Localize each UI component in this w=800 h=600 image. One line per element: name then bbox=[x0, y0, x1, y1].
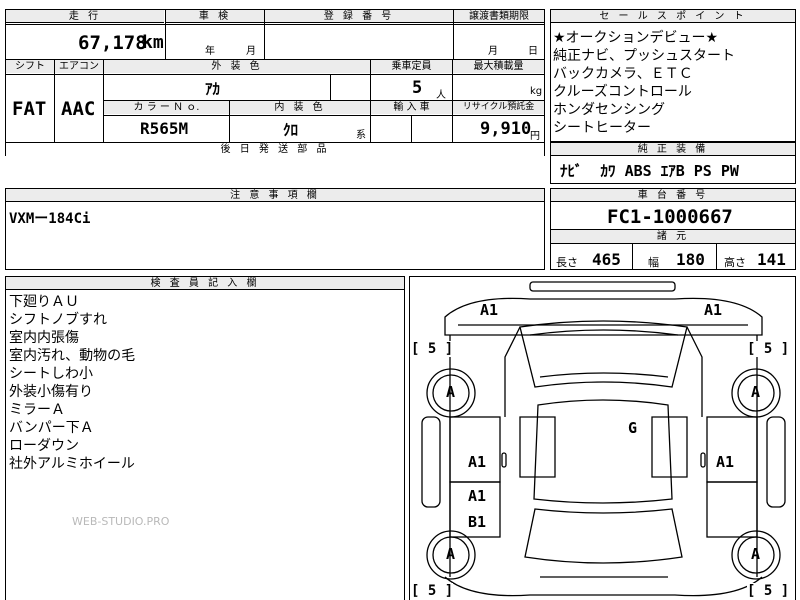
wheel-fr: A bbox=[751, 383, 761, 401]
chassis-number: FC1-1000667 bbox=[607, 206, 733, 228]
inspector-note: ミラーＡ bbox=[9, 402, 65, 418]
sales-point-item: ★オークションデビュー★ bbox=[553, 30, 719, 46]
tire-depth-fl: [ 5 ] bbox=[411, 341, 454, 357]
sales-point-item: クルーズコントロール bbox=[553, 84, 692, 100]
car-outline-diagram bbox=[421, 281, 786, 597]
sales-points-header: セ ー ル ス ポ イ ン ト bbox=[551, 10, 795, 23]
import-header: 輸 入 車 bbox=[371, 101, 452, 114]
sales-point-item: 純正ナビ、プッシュスタート bbox=[553, 48, 735, 64]
inspector-note: ローダウン bbox=[9, 438, 79, 454]
tire-depth-rl: [ 5 ] bbox=[411, 583, 454, 599]
mark-front-left-corner: A1 bbox=[480, 301, 499, 319]
transfer-day-unit: 日 bbox=[528, 46, 538, 57]
length-label: 長さ bbox=[556, 256, 578, 269]
sales-point-item: シートヒーター bbox=[553, 120, 651, 136]
inspector-note: シートしわ小 bbox=[9, 366, 93, 382]
tire-depth-fr: [ 5 ] bbox=[747, 341, 790, 357]
exterior-color-header: 外 装 色 bbox=[104, 60, 370, 73]
color-no-header: カ ラ ー Ｎ ｏ. bbox=[104, 101, 229, 114]
inspector-note: 外装小傷有り bbox=[9, 384, 93, 400]
wheel-fl: A bbox=[446, 383, 456, 401]
color-no-value: R565M bbox=[140, 119, 189, 138]
wheel-rr: A bbox=[751, 545, 761, 563]
inspection-year-unit: 年 bbox=[205, 46, 215, 57]
mileage-header: 走 行 bbox=[6, 10, 164, 23]
aircon-value: AAC bbox=[61, 98, 96, 120]
inspection-month-unit: 月 bbox=[246, 46, 256, 57]
inspector-note: 室内汚れ、動物の毛 bbox=[9, 348, 136, 364]
capacity-unit: 人 bbox=[436, 90, 446, 101]
mileage-unit: km bbox=[142, 32, 164, 53]
inspector-note: 室内内張傷 bbox=[9, 330, 79, 346]
capacity-value: 5 bbox=[412, 78, 423, 98]
recycle-fee-value: 9,910 bbox=[480, 119, 532, 139]
shift-value: FAT bbox=[12, 98, 47, 120]
mark-rear-door-left-1: A1 bbox=[468, 487, 487, 505]
width-label: 幅 bbox=[648, 256, 659, 269]
mark-rear-door-left-2: B1 bbox=[468, 513, 487, 531]
height-value: 141 bbox=[757, 250, 786, 269]
transfer-month-unit: 月 bbox=[488, 46, 498, 57]
height-label: 高さ bbox=[724, 256, 746, 269]
interior-color-value: ｸﾛ bbox=[283, 121, 299, 139]
inspector-note: バンパー下Ａ bbox=[9, 420, 94, 436]
mark-front-door-left: A1 bbox=[468, 453, 487, 471]
inspector-header: 検 査 員 記 入 欄 bbox=[6, 277, 404, 290]
specs-header: 諸 元 bbox=[551, 230, 795, 244]
shift-header: シフト bbox=[6, 60, 54, 73]
interior-color-header: 内 装 色 bbox=[230, 101, 370, 114]
mark-front-door-right: A1 bbox=[716, 453, 735, 471]
inspector-notes-list: 下廻りＡＵ シフトノブすれ 室内内張傷 室内汚れ、動物の毛 シートしわ小 外装小… bbox=[9, 293, 399, 473]
width-value: 180 bbox=[676, 250, 705, 269]
mark-front-right-corner: A1 bbox=[704, 301, 723, 319]
tire-depth-rr: [ 5 ] bbox=[747, 583, 790, 599]
interior-color-suffix: 系 bbox=[356, 130, 366, 141]
capacity-header: 乗車定員 bbox=[371, 60, 452, 73]
inspector-note: 社外アルミホイール bbox=[9, 456, 135, 472]
max-load-header: 最大積載量 bbox=[453, 60, 544, 73]
notes-header: 注 意 事 項 欄 bbox=[6, 189, 544, 202]
sales-point-item: バックカメラ、ＥＴＣ bbox=[553, 66, 693, 82]
exterior-color-value: ｱｶ bbox=[205, 80, 221, 98]
mark-roof: G bbox=[628, 419, 638, 437]
max-load-unit: kg bbox=[530, 86, 543, 97]
factory-equipment-value: ﾅﾋﾞ ｶﾜ ABS ｴｱB PS PW bbox=[560, 162, 739, 180]
length-value: 465 bbox=[592, 250, 621, 269]
transfer-deadline-header: 譲渡書類期限 bbox=[454, 10, 544, 23]
wheel-rl: A bbox=[446, 545, 456, 563]
registration-header: 登 録 番 号 bbox=[265, 10, 453, 23]
factory-equipment-header: 純 正 装 備 bbox=[551, 143, 795, 156]
recycle-fee-unit: 円 bbox=[530, 131, 540, 142]
later-parts-header: 後 日 発 送 部 品 bbox=[6, 143, 544, 156]
sales-points-list: ★オークションデビュー★ 純正ナビ、プッシュスタート バックカメラ、ＥＴＣ クル… bbox=[553, 29, 793, 137]
inspection-header: 車 検 bbox=[166, 10, 264, 23]
inspector-note: 下廻りＡＵ bbox=[9, 294, 79, 310]
chassis-header: 車 台 番 号 bbox=[551, 189, 795, 202]
notes-value: VXMー184Ci bbox=[9, 211, 91, 227]
car-diagram-box: A1 A1 [ 5 ] [ 5 ] A A G A1 A1 A1 B1 A A … bbox=[409, 276, 796, 600]
inspector-note: シフトノブすれ bbox=[9, 312, 107, 328]
aircon-header: エアコン bbox=[55, 60, 103, 73]
recycle-fee-header: リサイクル預託金 bbox=[453, 101, 544, 114]
watermark: WEB-STUDIO.PRO bbox=[72, 515, 170, 528]
mileage-value: 67,178 bbox=[78, 32, 147, 54]
sales-point-item: ホンダセンシング bbox=[553, 102, 665, 118]
